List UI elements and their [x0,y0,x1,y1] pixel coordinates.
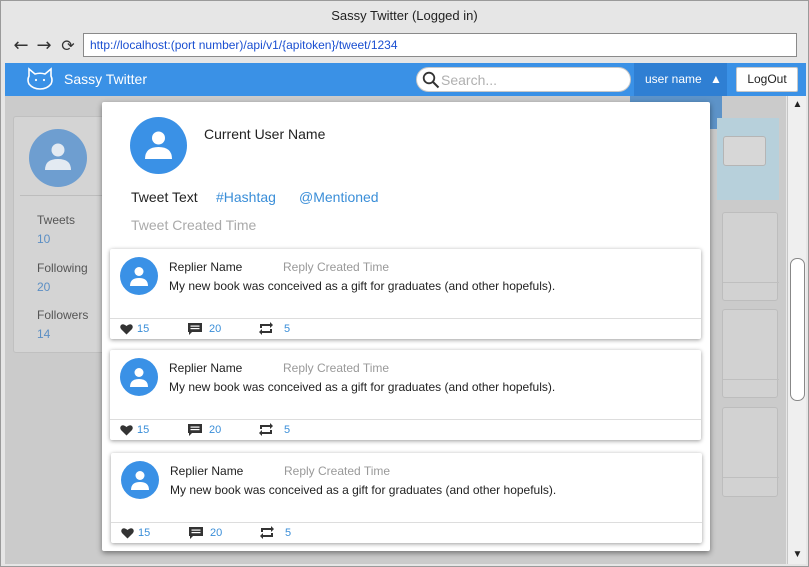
user-icon [130,368,148,387]
avatar[interactable] [121,461,159,499]
user-icon [145,131,172,159]
stat-value-following[interactable]: 20 [37,280,50,294]
user-menu-toggle[interactable]: user name ▲ [634,63,727,96]
avatar[interactable] [130,117,187,174]
like-count: 15 [137,424,150,436]
stat-label-tweets: Tweets [37,213,76,227]
replier-name[interactable]: Replier Name [169,361,242,375]
feed-card [722,407,779,497]
browser-window: Sassy Twitter (Logged in) ← → ⟳ http://l… [0,0,809,567]
divider [111,522,702,523]
scroll-down-icon[interactable]: ▼ [790,548,805,562]
feed-card [722,212,779,301]
comment-count: 20 [210,527,223,539]
hashtag-link[interactable]: #Hashtag [216,189,276,205]
heart-icon[interactable] [121,527,134,539]
retweet-count: 5 [285,527,292,539]
avatar[interactable] [120,358,158,396]
compose-input [723,136,766,166]
scroll-up-icon[interactable]: ▲ [790,98,805,112]
stat-label-following: Following [37,261,88,275]
arrow-left-icon[interactable]: ← [11,35,31,57]
logout-button[interactable]: LogOut [736,67,798,92]
reply-created-time: Reply Created Time [284,464,391,478]
browser-toolbar: ← → ⟳ http://localhost:(port number)/api… [1,31,808,61]
app-title[interactable]: Sassy Twitter [64,63,147,96]
comment-icon[interactable] [188,424,202,437]
reply-text: My new book was conceived as a gift for … [169,279,556,293]
reply-created-time: Reply Created Time [283,260,390,274]
retweet-icon[interactable] [258,321,274,336]
replier-name[interactable]: Replier Name [169,260,242,274]
like-count: 15 [138,527,151,539]
divider [110,419,701,420]
reply-card: Replier Name Reply Created Time My new b… [110,249,701,339]
reply-created-time: Reply Created Time [283,361,390,375]
reply-card: Replier Name Reply Created Time My new b… [110,350,701,440]
caret-up-icon: ▲ [710,72,722,86]
feed-card [722,309,779,398]
retweet-icon[interactable] [259,525,275,540]
scroll-thumb[interactable] [790,258,805,401]
tweet-created-time: Tweet Created Time [131,217,257,233]
arrow-right-icon[interactable]: → [34,35,54,57]
stat-value-tweets[interactable]: 10 [37,232,50,246]
comment-icon[interactable] [188,323,202,336]
user-menu-label: user name [645,72,702,86]
user-icon [45,143,71,170]
retweet-count: 5 [284,323,291,335]
tweet-detail-modal: Current User Name Tweet Text #Hashtag @M… [102,102,710,551]
user-icon [130,267,148,286]
tweet-text: Tweet Text [131,189,198,205]
retweet-count: 5 [284,424,291,436]
like-count: 15 [137,323,150,335]
user-icon [131,471,149,490]
reload-icon[interactable]: ⟳ [58,35,78,57]
replier-name[interactable]: Replier Name [170,464,243,478]
mention-link[interactable]: @Mentioned [299,189,379,205]
search-icon [422,71,440,89]
cat-logo-icon[interactable] [26,67,54,91]
app-header: Sassy Twitter user name ▲ LogOut [5,63,806,96]
comment-count: 20 [209,323,222,335]
scrollbar[interactable]: ▲ ▼ [787,96,806,564]
avatar[interactable] [120,257,158,295]
reply-text: My new book was conceived as a gift for … [169,380,556,394]
stat-value-followers[interactable]: 14 [37,327,50,341]
comment-count: 20 [209,424,222,436]
retweet-icon[interactable] [258,422,274,437]
tweet-author-name[interactable]: Current User Name [204,126,325,142]
divider [110,318,701,319]
search-box[interactable] [416,67,631,92]
comment-icon[interactable] [189,527,203,540]
avatar [29,129,87,187]
search-input[interactable] [441,70,621,90]
reply-card: Replier Name Reply Created Time My new b… [111,453,702,543]
window-title: Sassy Twitter (Logged in) [331,8,478,23]
divider [20,195,106,196]
heart-icon[interactable] [120,323,133,335]
address-bar[interactable]: http://localhost:(port number)/api/v1/{a… [83,33,797,57]
profile-card: Tweets 10 Following 20 Followers 14 [13,116,113,353]
heart-icon[interactable] [120,424,133,436]
stat-label-followers: Followers [37,308,89,322]
reply-text: My new book was conceived as a gift for … [170,483,557,497]
